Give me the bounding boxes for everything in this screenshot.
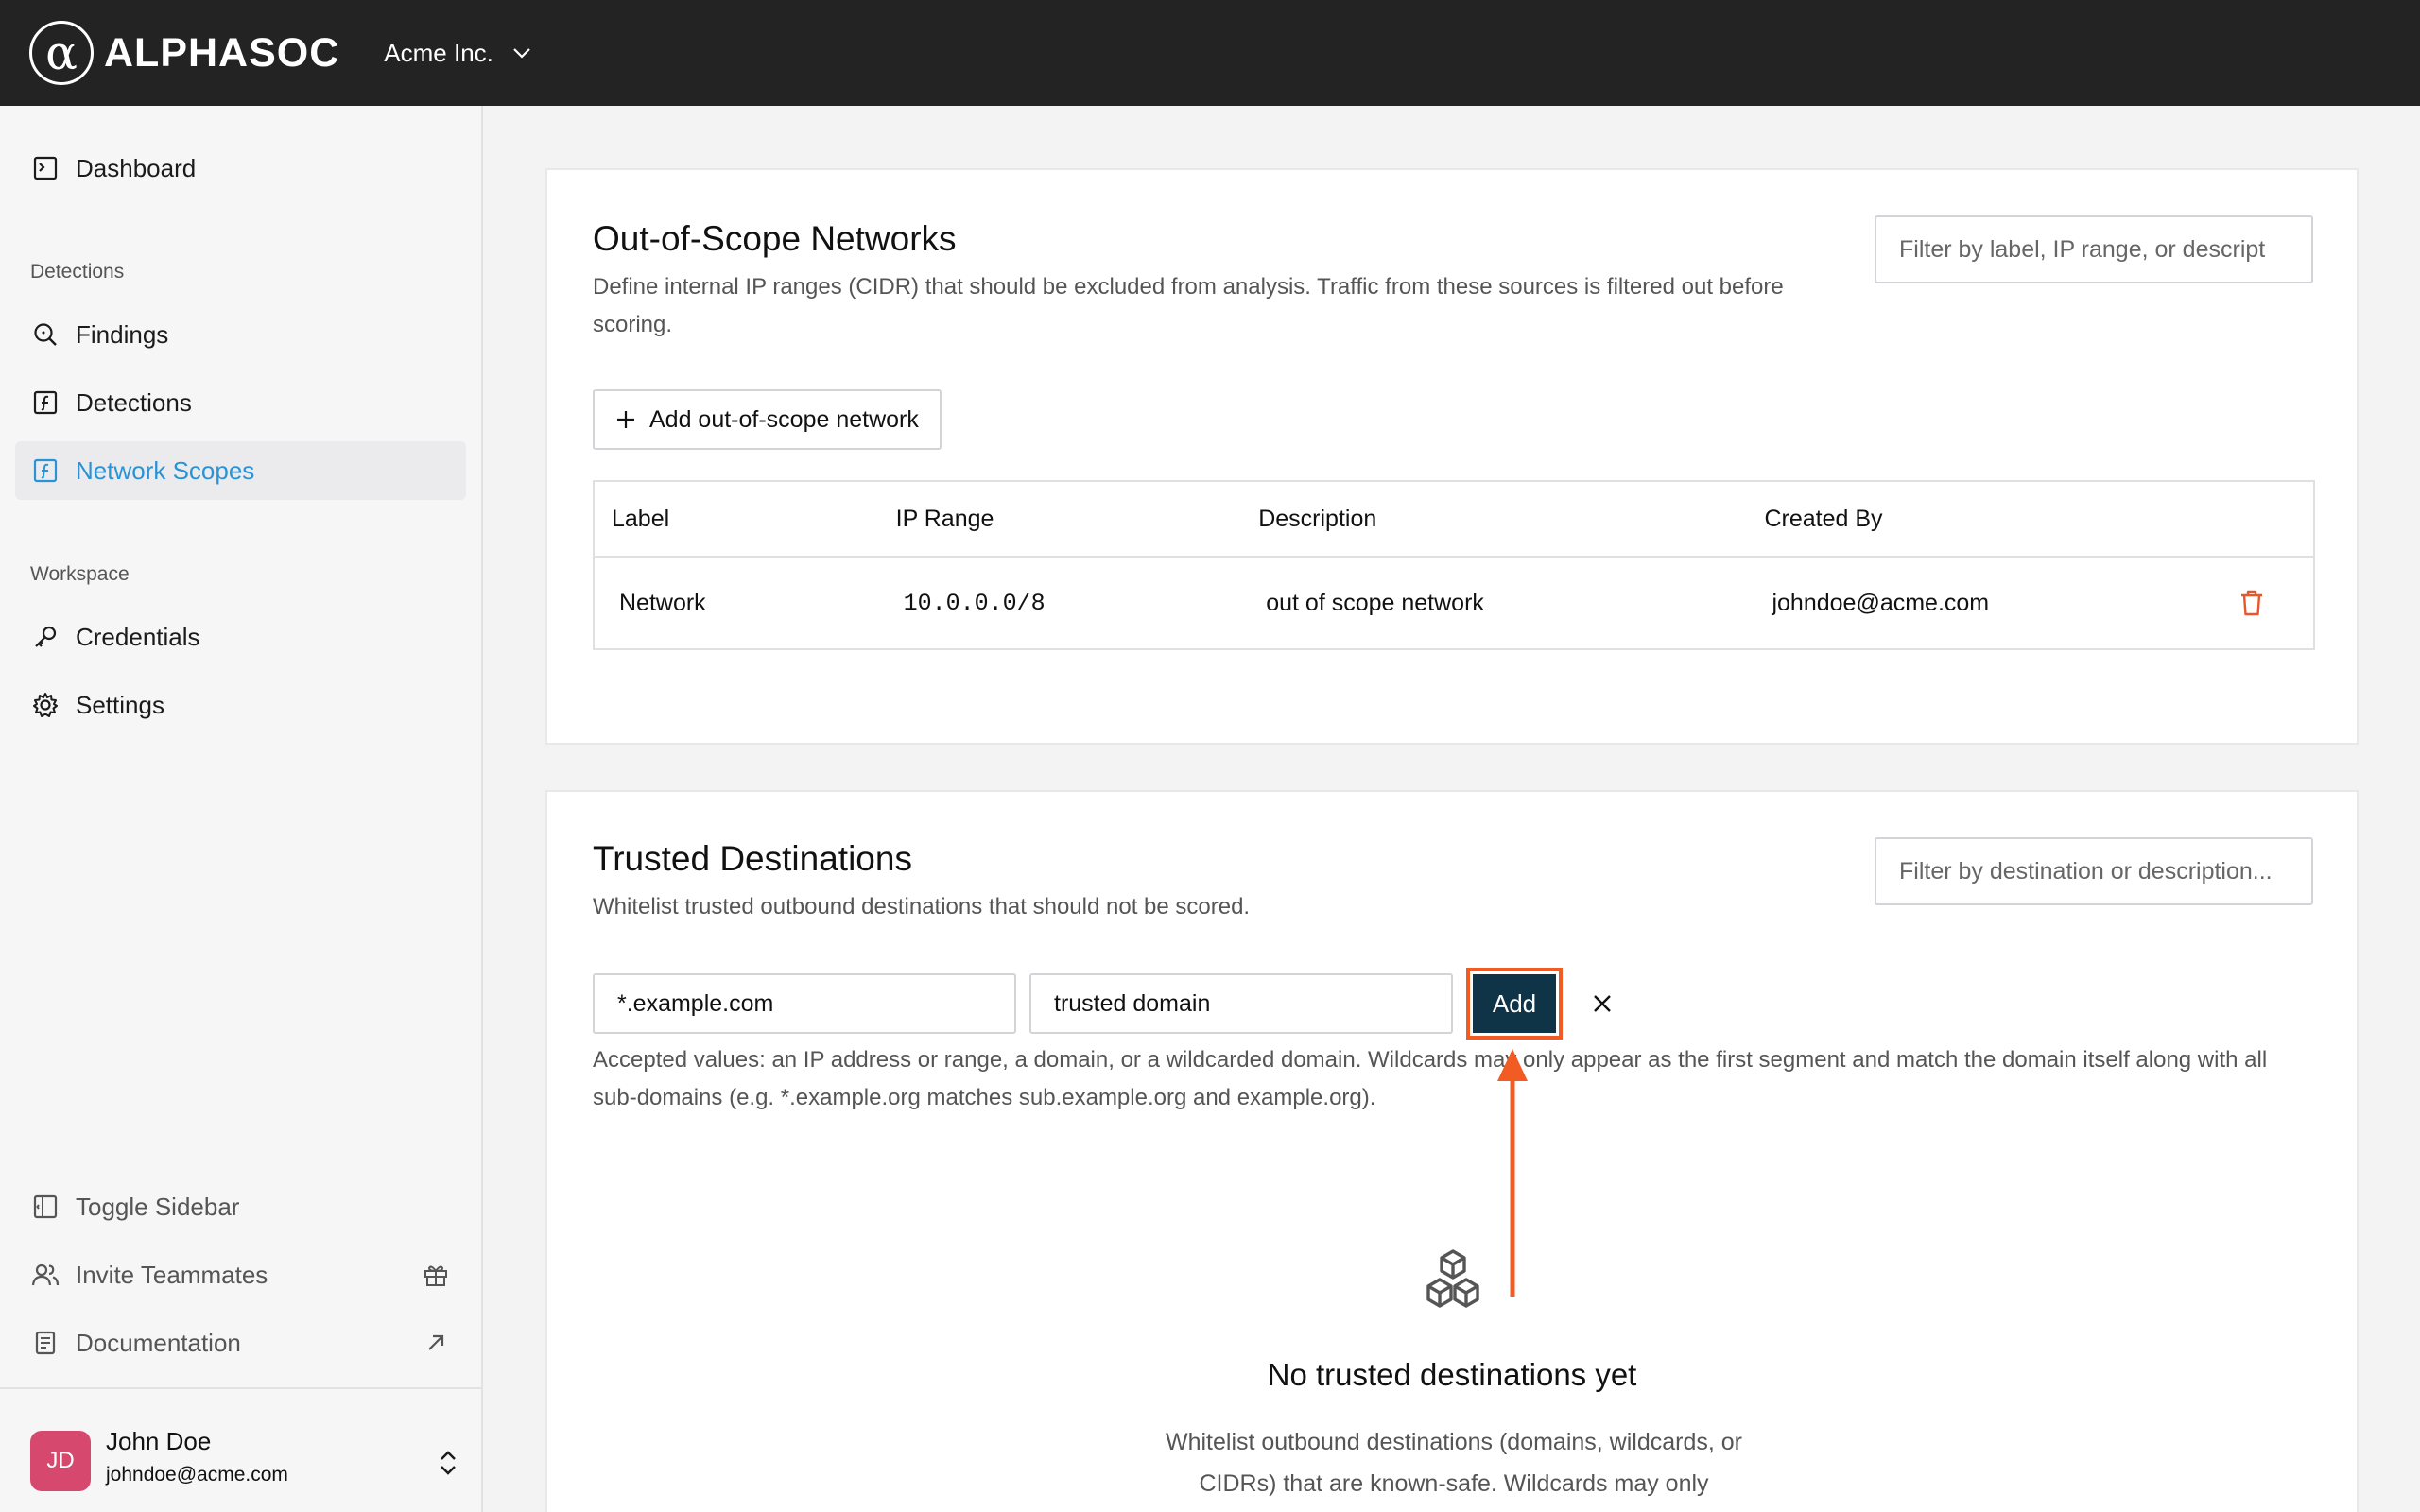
table-header-row: Label IP Range Description Created By (594, 481, 2314, 558)
sidebar-toggle-icon (30, 1192, 60, 1222)
user-name: John Doe (106, 1427, 212, 1455)
external-link-icon (421, 1328, 451, 1358)
empty-state-text: Whitelist outbound destinations (domains… (1165, 1429, 1743, 1497)
sidebar-item-findings[interactable]: Findings (15, 305, 466, 364)
trusted-destinations-card: Trusted Destinations Whitelist trusted o… (545, 790, 2359, 1512)
dashboard-icon (30, 153, 60, 183)
section-description: Whitelist trusted outbound destinations … (593, 894, 1251, 919)
out-of-scope-filter-input[interactable] (1875, 215, 2313, 284)
cell-description: out of scope network (1266, 589, 1484, 616)
table-row: Network 10.0.0.0/8 out of scope network … (594, 557, 2314, 649)
logo-text: ALPHASOC (104, 29, 340, 76)
organization-switcher[interactable]: Acme Inc. (384, 39, 531, 68)
trusted-destinations-filter-input[interactable] (1875, 837, 2313, 905)
chevron-down-icon (513, 48, 530, 59)
cubes-icon (1415, 1246, 1491, 1321)
sidebar-item-label: Invite Teammates (76, 1260, 268, 1289)
sidebar-item-network-scopes[interactable]: Network Scopes (15, 441, 466, 500)
add-button-label: Add out-of-scope network (649, 405, 919, 433)
column-header-description: Description (1258, 481, 1765, 558)
search-icon (30, 319, 60, 350)
sidebar-item-settings[interactable]: Settings (15, 676, 466, 734)
sidebar-item-detections[interactable]: Detections (15, 373, 466, 432)
user-email: johndoe@acme.com (106, 1464, 288, 1486)
close-icon[interactable] (1586, 988, 1618, 1020)
users-icon (30, 1260, 60, 1290)
cell-actions (2208, 557, 2314, 649)
out-of-scope-networks-card: Out-of-Scope Networks Define internal IP… (545, 168, 2359, 745)
user-menu[interactable]: JD John Doe johndoe@acme.com (30, 1419, 465, 1504)
function-icon (30, 387, 60, 418)
sidebar-item-documentation[interactable]: Documentation (15, 1314, 466, 1372)
trash-icon[interactable] (2233, 584, 2271, 622)
sidebar-item-label: Detections (76, 387, 192, 417)
annotation-highlight-box: Add (1466, 968, 1563, 1040)
section-description: Define internal IP ranges (CIDR) that sh… (593, 274, 1784, 337)
org-name: Acme Inc. (384, 38, 493, 67)
add-out-of-scope-network-button[interactable]: Add out-of-scope network (593, 389, 942, 450)
section-label-workspace: Workspace (30, 563, 130, 585)
gift-icon (421, 1260, 451, 1290)
cell-created-by: johndoe@acme.com (1772, 589, 1990, 616)
sidebar-item-dashboard[interactable]: Dashboard (15, 139, 466, 198)
logo-mark-icon: α (29, 21, 94, 85)
sidebar-item-label: Network Scopes (76, 455, 255, 485)
top-bar: α ALPHASOC Acme Inc. (0, 0, 2420, 106)
cell-label: Network (619, 589, 706, 616)
sidebar-item-label: Findings (76, 319, 169, 349)
sidebar-item-invite-teammates[interactable]: Invite Teammates (15, 1246, 466, 1304)
function-icon (30, 455, 60, 486)
sidebar: Dashboard Detections Findings Detections… (0, 106, 483, 1512)
sidebar-item-label: Documentation (76, 1328, 241, 1357)
section-title: Trusted Destinations (593, 839, 912, 878)
sidebar-item-label: Dashboard (76, 153, 197, 182)
empty-state-title: No trusted destinations yet (1267, 1357, 1637, 1392)
section-title: Out-of-Scope Networks (593, 219, 957, 258)
gear-icon (30, 690, 60, 720)
out-of-scope-table: Label IP Range Description Created By Ne… (593, 480, 2315, 650)
cell-ip-range: 10.0.0.0/8 (903, 589, 1046, 617)
sidebar-divider (0, 1387, 481, 1389)
add-trusted-destination-button[interactable]: Add (1473, 974, 1556, 1033)
section-label-detections: Detections (30, 261, 125, 283)
sidebar-item-label: Settings (76, 690, 164, 719)
avatar: JD (30, 1431, 91, 1491)
column-header-created-by: Created By (1764, 481, 2209, 558)
sidebar-item-label: Toggle Sidebar (76, 1192, 240, 1221)
plus-icon (615, 409, 636, 430)
column-header-label: Label (594, 481, 896, 558)
user-info: John Doe johndoe@acme.com (106, 1427, 288, 1486)
accepted-values-hint: Accepted values: an IP address or range,… (593, 1047, 2268, 1110)
sidebar-item-label: Credentials (76, 622, 200, 651)
sidebar-item-credentials[interactable]: Credentials (15, 608, 466, 666)
destination-description-input[interactable] (1029, 973, 1453, 1034)
column-header-ip-range: IP Range (895, 481, 1259, 558)
document-icon (30, 1328, 60, 1358)
column-header-actions (2208, 481, 2314, 558)
chevron-up-down-icon[interactable] (431, 1446, 465, 1480)
destination-input[interactable] (593, 973, 1016, 1034)
sidebar-item-toggle-sidebar[interactable]: Toggle Sidebar (15, 1177, 466, 1236)
key-icon (30, 622, 60, 652)
alphasoc-logo[interactable]: α ALPHASOC (29, 21, 339, 85)
